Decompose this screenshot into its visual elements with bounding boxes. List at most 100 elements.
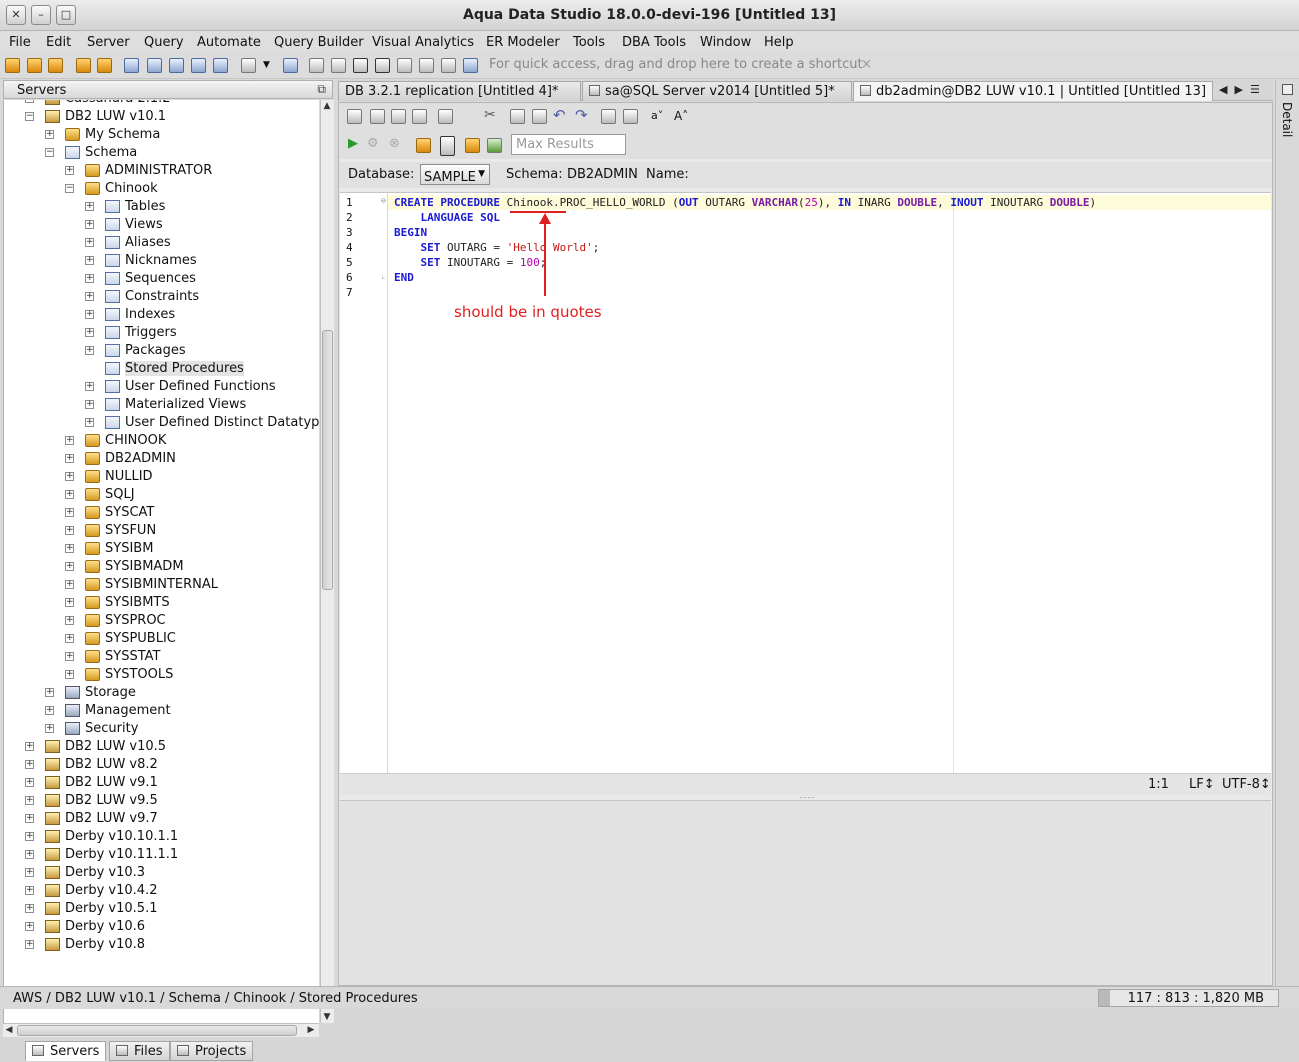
menu-er-modeler[interactable]: ER Modeler xyxy=(486,35,560,50)
expand-icon[interactable]: + xyxy=(45,130,54,139)
script-icon[interactable] xyxy=(283,58,298,73)
expand-icon[interactable]: + xyxy=(85,346,94,355)
expand-icon[interactable]: + xyxy=(65,616,74,625)
tree-hscroll-thumb[interactable] xyxy=(17,1025,297,1036)
expand-icon[interactable]: + xyxy=(85,274,94,283)
memory-usage[interactable]: 117 : 813 : 1,820 MB xyxy=(1098,989,1279,1007)
undo-icon[interactable]: ↶ xyxy=(553,106,566,124)
tab-prev-icon[interactable]: ◀ xyxy=(1219,83,1227,96)
fold-marker-icon[interactable]: ⊖ xyxy=(381,196,386,205)
expand-icon[interactable]: + xyxy=(85,382,94,391)
replace-icon[interactable] xyxy=(623,109,638,124)
stop-icon[interactable]: ⊗ xyxy=(389,136,400,151)
auto-commit-icon[interactable] xyxy=(416,138,431,153)
expand-icon[interactable]: + xyxy=(85,400,94,409)
register-icon[interactable] xyxy=(76,58,91,73)
expand-icon[interactable]: + xyxy=(45,688,54,697)
paste-icon[interactable] xyxy=(532,109,547,124)
calendar-icon[interactable] xyxy=(441,58,456,73)
open-file-icon[interactable] xyxy=(347,109,362,124)
expand-icon[interactable]: + xyxy=(65,598,74,607)
save-as-icon[interactable] xyxy=(391,109,406,124)
layout-toggle-icon[interactable] xyxy=(353,58,368,73)
tab-next-icon[interactable]: ▶ xyxy=(1234,83,1242,96)
grid-view-icon[interactable] xyxy=(309,58,324,73)
expand-icon[interactable]: + xyxy=(65,436,74,445)
tab-files[interactable]: Files xyxy=(109,1041,170,1061)
line-ending-selector[interactable]: LF↕ xyxy=(1189,777,1215,792)
menu-window[interactable]: Window xyxy=(700,35,751,50)
tree-scroll-thumb[interactable] xyxy=(322,330,333,590)
query-window-icon[interactable] xyxy=(124,58,139,73)
redo-icon[interactable]: ↷ xyxy=(575,106,588,124)
execute-step-icon[interactable]: ⚙ xyxy=(367,136,379,151)
expand-icon[interactable]: + xyxy=(65,166,74,175)
dropdown-arrow-icon[interactable]: ▼ xyxy=(263,60,270,70)
collapse-icon[interactable]: − xyxy=(65,184,74,193)
detail-sidebar[interactable]: Detail xyxy=(1275,80,1299,986)
expand-icon[interactable]: + xyxy=(25,814,34,823)
max-results-input[interactable]: Max Results xyxy=(511,134,626,155)
tab-projects[interactable]: Projects xyxy=(170,1041,254,1061)
results-text-icon[interactable] xyxy=(465,138,480,153)
menu-tools[interactable]: Tools xyxy=(573,35,605,50)
copy-icon[interactable] xyxy=(510,109,525,124)
scroll-right-icon[interactable]: ▶ xyxy=(305,1024,317,1036)
expand-icon[interactable]: + xyxy=(65,580,74,589)
expand-icon[interactable]: + xyxy=(25,886,34,895)
server-tree[interactable]: + Cassandra 2.1.2 − DB2 LUW v10.1 + My Schema… xyxy=(3,100,319,1023)
expand-icon[interactable]: + xyxy=(65,634,74,643)
expand-icon[interactable]: + xyxy=(25,940,34,949)
expand-icon[interactable]: + xyxy=(25,850,34,859)
menu-server[interactable]: Server xyxy=(87,35,130,50)
expand-icon[interactable]: + xyxy=(65,472,74,481)
editor-tab-2[interactable]: sa@SQL Server v2014 [Untitled 5]* xyxy=(582,81,852,101)
expand-icon[interactable]: + xyxy=(85,220,94,229)
menu-query[interactable]: Query xyxy=(144,35,184,50)
expand-icon[interactable]: + xyxy=(25,832,34,841)
new-server-icon[interactable] xyxy=(5,58,20,73)
menu-dba-tools[interactable]: DBA Tools xyxy=(622,35,686,50)
form-icon[interactable] xyxy=(397,58,412,73)
execute-icon[interactable]: ▶ xyxy=(348,136,358,151)
print-icon[interactable] xyxy=(438,109,453,124)
expand-icon[interactable]: + xyxy=(25,904,34,913)
expand-icon[interactable]: + xyxy=(65,508,74,517)
expand-icon[interactable]: + xyxy=(85,202,94,211)
list-icon[interactable] xyxy=(419,58,434,73)
layout-icon[interactable] xyxy=(331,58,346,73)
query-analyzer-icon[interactable] xyxy=(147,58,162,73)
tree-horizontal-scrollbar[interactable]: ◀ ▶ xyxy=(3,1023,319,1037)
restore-panel-icon[interactable]: ⧉ xyxy=(317,82,326,97)
shortcut-close-icon[interactable]: × xyxy=(861,57,872,72)
expand-icon[interactable]: + xyxy=(65,652,74,661)
expand-icon[interactable]: + xyxy=(85,328,94,337)
sql-editor-area[interactable]: 1 2 3 4 5 6 7 ⊖ ⌞ CREATE PROCEDURE Chino… xyxy=(340,192,1271,774)
expand-icon[interactable]: + xyxy=(65,544,74,553)
cut-icon[interactable]: ✂ xyxy=(484,107,496,123)
expand-icon[interactable]: + xyxy=(25,100,34,103)
tree-vertical-scrollbar[interactable]: ▲ ▼ xyxy=(320,100,334,1023)
menu-visual-analytics[interactable]: Visual Analytics xyxy=(372,35,474,50)
increase-font-icon[interactable]: A˄ xyxy=(674,109,688,123)
table-data-icon[interactable] xyxy=(213,58,228,73)
execute-plan-icon[interactable] xyxy=(487,138,502,153)
results-grid-icon[interactable] xyxy=(440,136,455,156)
menu-query-builder[interactable]: Query Builder xyxy=(274,35,364,50)
scroll-left-icon[interactable]: ◀ xyxy=(3,1024,15,1036)
expand-icon[interactable]: + xyxy=(85,310,94,319)
chart-icon[interactable] xyxy=(463,58,478,73)
expand-icon[interactable]: + xyxy=(25,760,34,769)
expand-icon[interactable]: + xyxy=(25,778,34,787)
scroll-down-icon[interactable]: ▼ xyxy=(321,1011,333,1023)
expand-icon[interactable]: + xyxy=(65,670,74,679)
expand-icon[interactable]: + xyxy=(25,796,34,805)
edit-server-icon[interactable] xyxy=(27,58,42,73)
expand-icon[interactable]: + xyxy=(65,526,74,535)
expand-icon[interactable]: + xyxy=(25,868,34,877)
editor-tab-3[interactable]: db2admin@DB2 LUW v10.1 | Untitled [Untit… xyxy=(853,81,1213,101)
properties-icon[interactable] xyxy=(97,58,112,73)
tab-servers[interactable]: Servers xyxy=(25,1041,107,1061)
expand-icon[interactable]: + xyxy=(65,490,74,499)
expand-icon[interactable]: + xyxy=(85,256,94,265)
